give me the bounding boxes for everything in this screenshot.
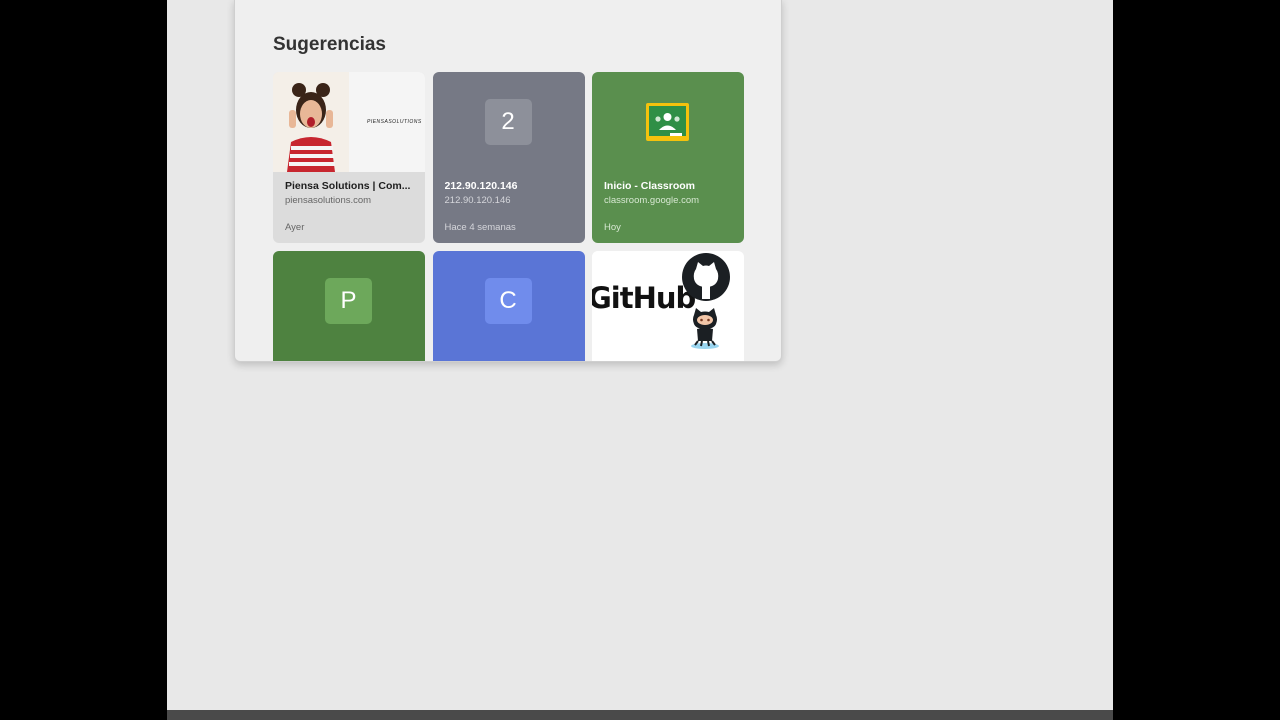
tile-time: Hoy — [604, 222, 621, 233]
suggestion-tile-p[interactable]: P — [273, 251, 425, 361]
tile-title: 212.90.120.146 — [444, 180, 518, 192]
site-thumbnail: PIENSASOLUTIONS — [273, 72, 425, 172]
github-wordmark-area: GitHub — [592, 251, 696, 351]
suggestion-tile-c[interactable]: C — [432, 251, 585, 361]
tile-url: classroom.google.com — [604, 195, 700, 206]
suggestion-tile-github[interactable]: GitHub — [592, 251, 744, 361]
letter-icon: C — [484, 278, 532, 324]
tile-title: Inicio - Classroom — [604, 180, 696, 192]
suggestion-tile-classroom[interactable]: Inicio - Classroom classroom.google.com … — [592, 72, 744, 243]
suggestions-panel: Sugerencias PIENSASOLUTIONS Piensa Solut… — [234, 0, 782, 362]
bottom-bar — [167, 710, 1113, 720]
octocat-icon — [691, 308, 719, 349]
tile-time: Hace 4 semanas — [444, 222, 516, 233]
tile-url: piensasolutions.com — [285, 195, 372, 206]
brand-logo-area: PIENSASOLUTIONS — [349, 72, 425, 172]
suggestion-tile-ip-address[interactable]: 2 212.90.120.146 212.90.120.146 Hace 4 s… — [432, 72, 585, 243]
woman-photo-thumbnail — [273, 72, 349, 172]
letter-icon: 2 — [484, 99, 532, 145]
suggestions-grid: PIENSASOLUTIONS Piensa Solutions | Com..… — [273, 72, 744, 361]
github-icon — [682, 253, 730, 301]
tile-title: Piensa Solutions | Com... — [285, 180, 411, 192]
suggestion-tile-piensa-solutions[interactable]: PIENSASOLUTIONS Piensa Solutions | Com..… — [273, 72, 425, 243]
panel-title: Sugerencias — [273, 34, 386, 55]
brand-logo-text: PIENSASOLUTIONS — [367, 119, 422, 125]
github-wordmark: GitHub — [592, 281, 696, 315]
letter-icon: P — [325, 278, 372, 324]
tile-time: Ayer — [285, 222, 305, 233]
google-classroom-icon — [646, 103, 689, 141]
tile-url: 212.90.120.146 — [444, 195, 511, 206]
